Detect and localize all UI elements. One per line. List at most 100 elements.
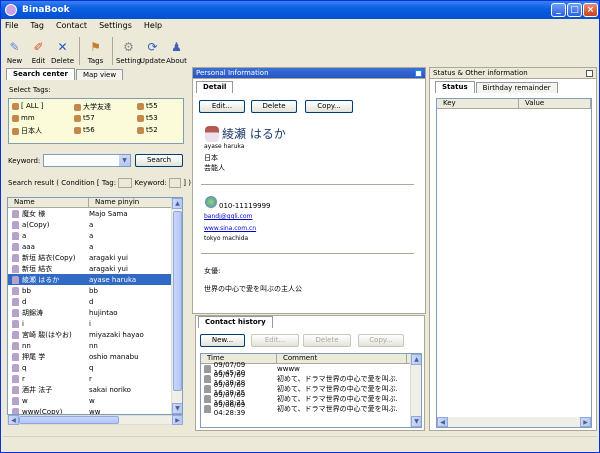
table-row[interactable]: 押尾 学 oshio manabu [8,351,182,362]
table-row[interactable]: dd [8,296,182,307]
maximize-button[interactable]: □ [567,3,582,17]
edit-button[interactable]: ✐ Edit [27,39,50,65]
table-row[interactable]: 酒井 法子 sakai noriko [8,384,182,395]
table-row[interactable]: nn nn [8,340,182,351]
contact-web-link[interactable]: www.sina.com.cn [204,225,256,232]
col-key[interactable]: Key [437,99,519,108]
tab-birthday-remainder[interactable]: Birthday remainder [475,82,558,93]
tag-list: [ ALL ] 大学友達 t55 mm t57 t53 日本人 t56 t52 [8,98,184,144]
scroll-thumb[interactable] [173,211,182,391]
tag-item[interactable]: t55 [137,102,158,110]
table-row[interactable]: 新垣 結衣 aragaki yui [8,263,182,274]
scroll-down-icon[interactable]: ▼ [172,403,182,414]
history-row[interactable]: 09/06/09 04:28:39 初めて、ドラマ世界の中心で愛を叫ぶ... [201,401,421,417]
new-button[interactable]: ✎ New [3,39,26,65]
setting-button[interactable]: ⚙ Setting [116,39,141,65]
menu-help[interactable]: Help [144,21,162,30]
table-row[interactable]: ii [8,318,182,329]
panel-maximize-icon[interactable] [415,70,422,77]
table-row[interactable]: bb bb [8,285,182,296]
table-row[interactable]: qq [8,362,182,373]
contact-email-link[interactable]: bandj@gqli.com [204,213,252,220]
tab-search-center[interactable]: Search center [6,68,75,80]
scroll-right-icon[interactable]: ▶ [580,417,591,427]
scroll-down-icon[interactable]: ▼ [411,416,421,427]
scroll-up-icon[interactable]: ▲ [411,354,421,365]
history-scrollbar[interactable]: ▲ ▼ [410,354,421,427]
scroll-left-icon[interactable]: ◀ [8,415,19,425]
scroll-left-icon[interactable]: ◀ [437,417,448,427]
contact-name: 綾瀬 はるか [222,127,286,141]
person-icon [12,319,19,328]
tag-item[interactable]: t52 [137,126,158,134]
table-row[interactable]: ww [8,395,182,406]
menu-bar: File Tag Contact Settings Help [1,19,599,32]
person-icon [12,253,19,262]
delete-history-button[interactable]: Delete [303,334,351,347]
search-result-label: Search result ( Condition [ Tag: Keyword… [8,178,191,188]
about-button[interactable]: ♟ About [165,39,188,65]
table-row[interactable]: aa [8,230,182,241]
menu-settings[interactable]: Settings [99,21,132,30]
search-button[interactable]: Search [135,154,183,167]
row-pinyin: nn [89,341,98,350]
table-row[interactable]: a(Copy) a [8,219,182,230]
tab-map-view[interactable]: Map view [75,69,124,80]
table-row[interactable]: 新垣 結衣(Copy) aragaki yui [8,252,182,263]
tag-icon [137,114,144,122]
tab-detail[interactable]: Detail [196,81,234,93]
tab-contact-history[interactable]: Contact history [198,316,273,328]
table-row[interactable]: 宮崎 駿(はやお) miyazaki hayao [8,329,182,340]
new-history-button[interactable]: New... [200,334,245,347]
menu-tag[interactable]: Tag [30,21,44,30]
col-comment[interactable]: Comment [277,354,407,363]
row-name: bb [8,286,85,295]
table-row[interactable]: 綾瀬 はるか ayase haruka [8,274,182,285]
col-name[interactable]: Name [8,198,89,207]
edit-history-button[interactable]: Edit... [251,334,299,347]
hscroll-thumb[interactable] [19,416,119,424]
tag-item[interactable]: 日本人 [12,126,42,136]
panel-maximize-icon[interactable] [586,70,593,77]
tags-button[interactable]: ⚑ Tags [84,39,107,65]
menu-contact[interactable]: Contact [56,21,87,30]
menu-file[interactable]: File [5,21,18,30]
delete-contact-button[interactable]: Delete [251,100,297,113]
person-icon [12,385,19,394]
row-name: 酒井 法子 [8,385,85,395]
table-row[interactable]: rr [8,373,182,384]
scroll-up-icon[interactable]: ▲ [172,198,182,209]
copy-history-button[interactable]: Copy... [358,334,404,347]
list-hscrollbar[interactable]: ◀ ▶ [7,415,183,425]
list-scrollbar[interactable]: ▲ ▼ [171,198,182,414]
close-button[interactable]: × [583,3,598,17]
tag-item[interactable]: t56 [74,126,95,134]
col-value[interactable]: Value [519,99,591,108]
divider [201,253,414,254]
tag-item[interactable]: t53 [137,114,158,122]
table-row[interactable]: 魔女 様 Majo Sama [8,208,182,219]
gear-icon: ⚙ [123,40,134,54]
status-hscrollbar[interactable]: ◀ ▶ [437,417,591,427]
tag-item[interactable]: mm [12,114,35,122]
delete-button[interactable]: ✕ Delete [51,39,74,65]
tag-item[interactable]: 大学友達 [74,102,111,112]
col-pinyin[interactable]: Name pinyin [89,198,172,207]
table-row[interactable]: aaa a [8,241,182,252]
copy-contact-button[interactable]: Copy... [305,100,353,113]
keyword-combobox[interactable]: ▼ [43,154,131,167]
tab-status[interactable]: Status [435,81,475,93]
minimize-button[interactable]: _ [551,3,566,17]
note-icon [204,405,211,413]
table-row[interactable]: 胡錦涛 hujintao [8,307,182,318]
delete-icon: ✕ [57,40,68,54]
table-row[interactable]: www(Copy) ww [8,406,182,414]
tag-icon [137,102,144,110]
tag-item[interactable]: [ ALL ] [12,102,44,110]
update-icon: ⟳ [147,40,158,54]
edit-contact-button[interactable]: Edit... [199,100,245,113]
scroll-right-icon[interactable]: ▶ [172,415,183,425]
tag-item[interactable]: t57 [74,114,95,122]
chevron-down-icon[interactable]: ▼ [119,155,130,166]
update-button[interactable]: ⟳ Update [140,39,165,65]
